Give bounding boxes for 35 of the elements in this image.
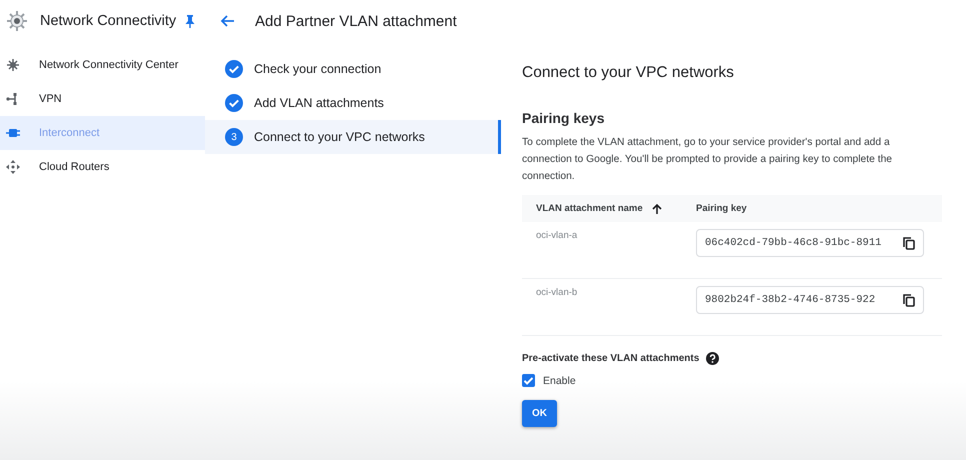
step-item[interactable]: Check your connection [205,52,501,86]
step-item[interactable]: Add VLAN attachments [205,86,501,120]
help-icon [706,352,720,365]
arrow-left-icon [219,13,235,29]
hub-icon [6,10,28,32]
table-cell: oci-vlan-a [536,230,578,241]
checkbox-label: Enable [543,374,576,386]
step-item[interactable]: 3 Connect to your VPC networks [205,120,501,154]
table-cell: oci-vlan-b [536,287,578,298]
copy-icon [903,237,915,250]
pairing-key-field[interactable]: 06c402cd-79bb-46c8-91bc-8911 [696,229,924,257]
sidebar-item[interactable]: VPN [0,82,205,116]
copy-icon [903,294,915,307]
page-title: Add Partner VLAN attachment [255,12,457,30]
sidebar-item[interactable]: Network Connectivity Center [0,48,205,82]
column-header[interactable]: VLAN attachment name [536,203,643,214]
ok-button[interactable]: OK [522,400,557,427]
section-heading: Pairing keys [522,110,606,126]
pairing-key-field[interactable]: 9802b24f-38b2-4746-8735-922 [696,286,924,314]
copy-button[interactable] [903,294,915,307]
section-title: Connect to your VPC networks [522,64,735,82]
copy-button[interactable] [903,237,915,250]
product-title: Network Connectivity [40,13,176,29]
description-text: To complete the VLAN attachment, go to your service provider's portal and add a connection to Google. You'll be prompted to provide a pairing key to complete the connection. [522,136,894,184]
checkbox[interactable] [522,374,535,387]
hub-icon [6,58,20,72]
arrows-icon [6,160,20,174]
check-circle-icon [225,60,243,78]
field-label: Pre-activate these VLAN attachments [522,353,700,364]
sidebar-item[interactable]: Cloud Routers [0,150,205,184]
check-icon [524,376,533,385]
chip-icon [6,126,20,140]
check-circle-icon [225,94,243,112]
step-number: 3 [225,128,243,146]
column-header[interactable]: Pairing key [696,203,747,214]
